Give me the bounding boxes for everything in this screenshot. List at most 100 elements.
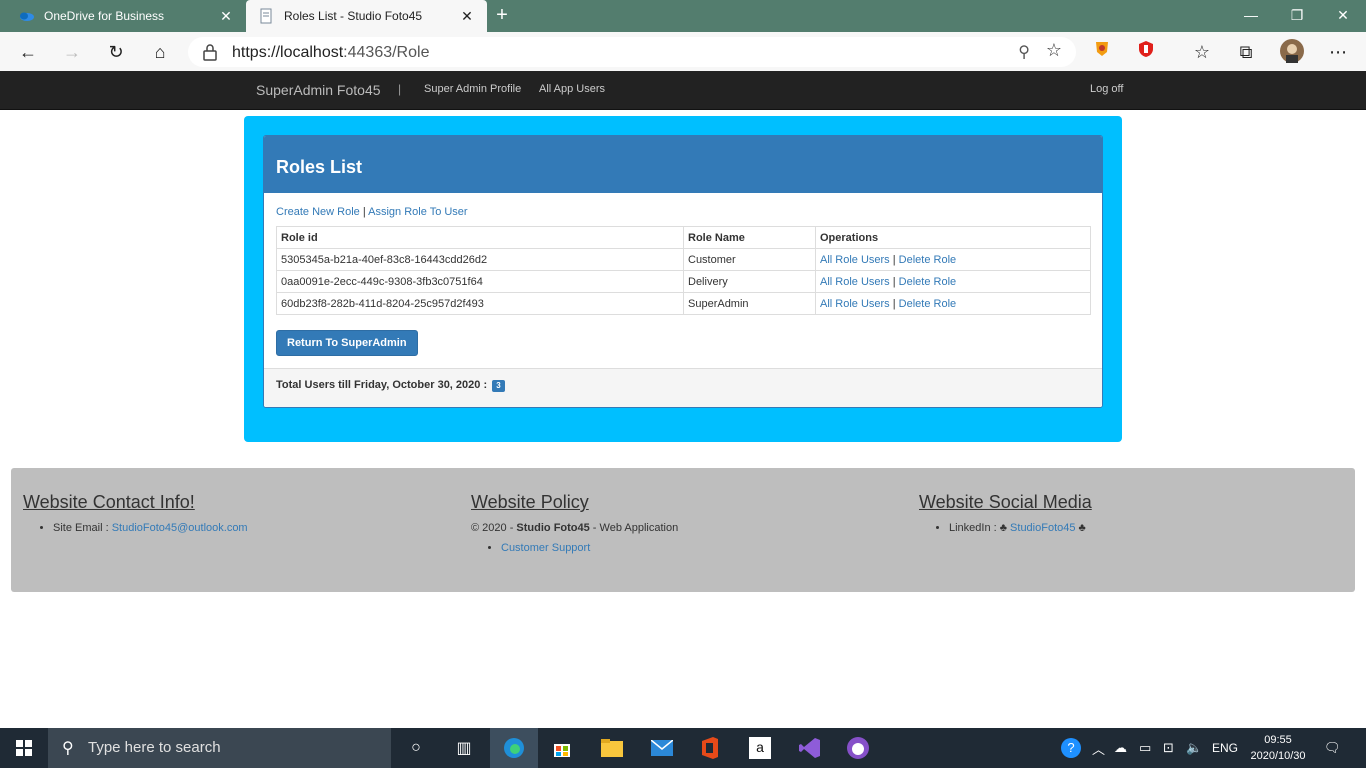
address-bar[interactable]: https://localhost:44363/Role ⚲ ☆: [188, 37, 1076, 67]
visual-studio-icon[interactable]: [786, 728, 834, 768]
edge-icon[interactable]: [490, 728, 538, 768]
back-icon[interactable]: ←: [14, 39, 42, 65]
store-icon[interactable]: [538, 728, 586, 768]
cortana-icon[interactable]: ○: [392, 728, 440, 768]
refresh-icon[interactable]: ↻: [102, 39, 130, 65]
all-role-users-link[interactable]: All Role Users: [820, 254, 890, 266]
footer-policy-heading: Website Policy: [471, 492, 589, 512]
delete-role-link[interactable]: Delete Role: [899, 254, 956, 266]
svg-text:?: ?: [1067, 740, 1074, 755]
footer-contact-heading: Website Contact Info!: [23, 492, 195, 512]
nav-all-app-users[interactable]: All App Users: [539, 83, 605, 95]
onedrive-tray-icon[interactable]: ☁: [1114, 728, 1127, 768]
col-role-name: Role Name: [683, 226, 816, 249]
link-divider: |: [359, 206, 369, 218]
favorites-icon[interactable]: ☆: [1188, 39, 1216, 65]
restore-button[interactable]: ❐: [1274, 0, 1320, 32]
task-view-icon[interactable]: ▥: [440, 728, 488, 768]
total-users-badge: 3: [492, 380, 505, 392]
action-links: Create New Role | Assign Role To User: [276, 206, 1090, 222]
favorite-star-icon[interactable]: ☆: [1046, 40, 1062, 61]
adblock-icon[interactable]: [1132, 39, 1160, 65]
assign-role-link[interactable]: Assign Role To User: [368, 206, 467, 218]
clock[interactable]: 09:55 2020/10/30: [1240, 732, 1316, 764]
site-footer: Website Contact Info! Site Email : Studi…: [11, 468, 1355, 592]
role-id-cell: 0aa0091e-2ecc-449c-9308-3fb3c0751f64: [276, 270, 684, 293]
page-icon: [258, 8, 274, 24]
collections-icon[interactable]: ⧉: [1232, 39, 1260, 65]
tab-title: Roles List - Studio Foto45: [284, 9, 423, 23]
mail-icon[interactable]: [638, 728, 686, 768]
minimize-button[interactable]: —: [1228, 0, 1274, 32]
close-tab-icon[interactable]: ✕: [214, 8, 238, 25]
footer-policy: Website Policy © 2020 - Studio Foto45 - …: [471, 492, 678, 564]
search-icon: ⚲: [62, 740, 74, 757]
language-indicator[interactable]: ENG: [1212, 728, 1238, 768]
home-icon[interactable]: ⌂: [146, 39, 174, 65]
clock-time: 09:55: [1264, 734, 1292, 746]
list-item: Site Email : StudioFoto45@outlook.com: [53, 522, 248, 544]
nav-log-off[interactable]: Log off: [1090, 83, 1123, 95]
footer-social-heading: Website Social Media: [919, 492, 1092, 512]
email-link[interactable]: StudioFoto45@outlook.com: [112, 522, 248, 534]
copyright-prefix: © 2020 -: [471, 522, 517, 534]
total-users-text: Total Users till Friday, October 30, 202…: [276, 379, 488, 391]
role-name-cell: Customer: [683, 248, 816, 271]
panel-body: Create New Role | Assign Role To User Ro…: [264, 193, 1102, 369]
zoom-icon[interactable]: ⚲: [1018, 42, 1030, 62]
copyright-suffix: - Web Application: [589, 522, 679, 534]
nav-brand[interactable]: SuperAdmin Foto45: [256, 82, 381, 98]
delete-role-link[interactable]: Delete Role: [899, 298, 956, 310]
return-to-superadmin-button[interactable]: Return To SuperAdmin: [276, 330, 418, 356]
url-path: :44363/Role: [343, 44, 430, 61]
chevron-up-icon[interactable]: ︿: [1092, 728, 1105, 768]
linkedin-suffix: ♣: [1075, 522, 1086, 534]
linkedin-link[interactable]: StudioFoto45: [1010, 522, 1075, 534]
profile-avatar[interactable]: [1278, 39, 1306, 65]
panel-footer: Total Users till Friday, October 30, 202…: [264, 368, 1102, 407]
email-label: Site Email :: [53, 522, 112, 534]
forward-icon[interactable]: →: [58, 39, 86, 65]
office-icon[interactable]: [686, 728, 734, 768]
footer-social: Website Social Media LinkedIn : ♣ Studio…: [919, 492, 1092, 544]
url-text: https://localhost:44363/Role: [232, 44, 429, 62]
col-operations: Operations: [815, 226, 1091, 249]
footer-contact: Website Contact Info! Site Email : Studi…: [23, 492, 248, 544]
linkedin-label: LinkedIn : ♣: [949, 522, 1011, 534]
create-new-role-link[interactable]: Create New Role: [276, 206, 360, 218]
browser-tabstrip: OneDrive for Business ✕ Roles List - Stu…: [0, 0, 1366, 32]
github-desktop-icon[interactable]: [834, 728, 882, 768]
all-role-users-link[interactable]: All Role Users: [820, 276, 890, 288]
lock-icon: [202, 43, 218, 61]
volume-icon[interactable]: 🔈: [1186, 728, 1202, 768]
nav-separator: |: [398, 82, 402, 96]
roles-container: Roles List Create New Role | Assign Role…: [244, 116, 1122, 442]
table-header-row: Role id Role Name Operations: [276, 226, 1091, 249]
network-icon[interactable]: ⊡: [1163, 728, 1174, 768]
extension-icon[interactable]: [1088, 39, 1116, 65]
help-icon[interactable]: ?: [1060, 728, 1082, 768]
file-explorer-icon[interactable]: [588, 728, 636, 768]
more-icon[interactable]: ⋯: [1324, 39, 1352, 65]
taskbar-search[interactable]: ⚲ Type here to search: [48, 728, 391, 768]
new-tab-button[interactable]: +: [490, 4, 514, 28]
notifications-icon[interactable]: 🗨: [1324, 728, 1341, 768]
customer-support-link[interactable]: Customer Support: [501, 542, 590, 554]
windows-icon: [16, 740, 32, 756]
battery-icon[interactable]: ▭: [1139, 728, 1151, 768]
browser-toolbar: ← → ↻ ⌂ https://localhost:44363/Role ⚲ ☆…: [0, 32, 1366, 71]
close-window-button[interactable]: ✕: [1320, 0, 1366, 32]
onedrive-icon: [18, 8, 34, 24]
amazon-icon[interactable]: a: [736, 728, 784, 768]
col-role-id: Role id: [276, 226, 684, 249]
tab-roles-list[interactable]: Roles List - Studio Foto45 ✕: [246, 0, 487, 32]
nav-super-admin-profile[interactable]: Super Admin Profile: [424, 83, 521, 95]
close-tab-icon[interactable]: ✕: [455, 8, 479, 25]
start-button[interactable]: [0, 728, 48, 768]
clock-date: 2020/10/30: [1250, 750, 1306, 762]
tab-onedrive[interactable]: OneDrive for Business ✕: [0, 0, 246, 32]
role-name-cell: Delivery: [683, 270, 816, 293]
all-role-users-link[interactable]: All Role Users: [820, 298, 890, 310]
delete-role-link[interactable]: Delete Role: [899, 276, 956, 288]
list-item: Customer Support: [501, 542, 678, 564]
